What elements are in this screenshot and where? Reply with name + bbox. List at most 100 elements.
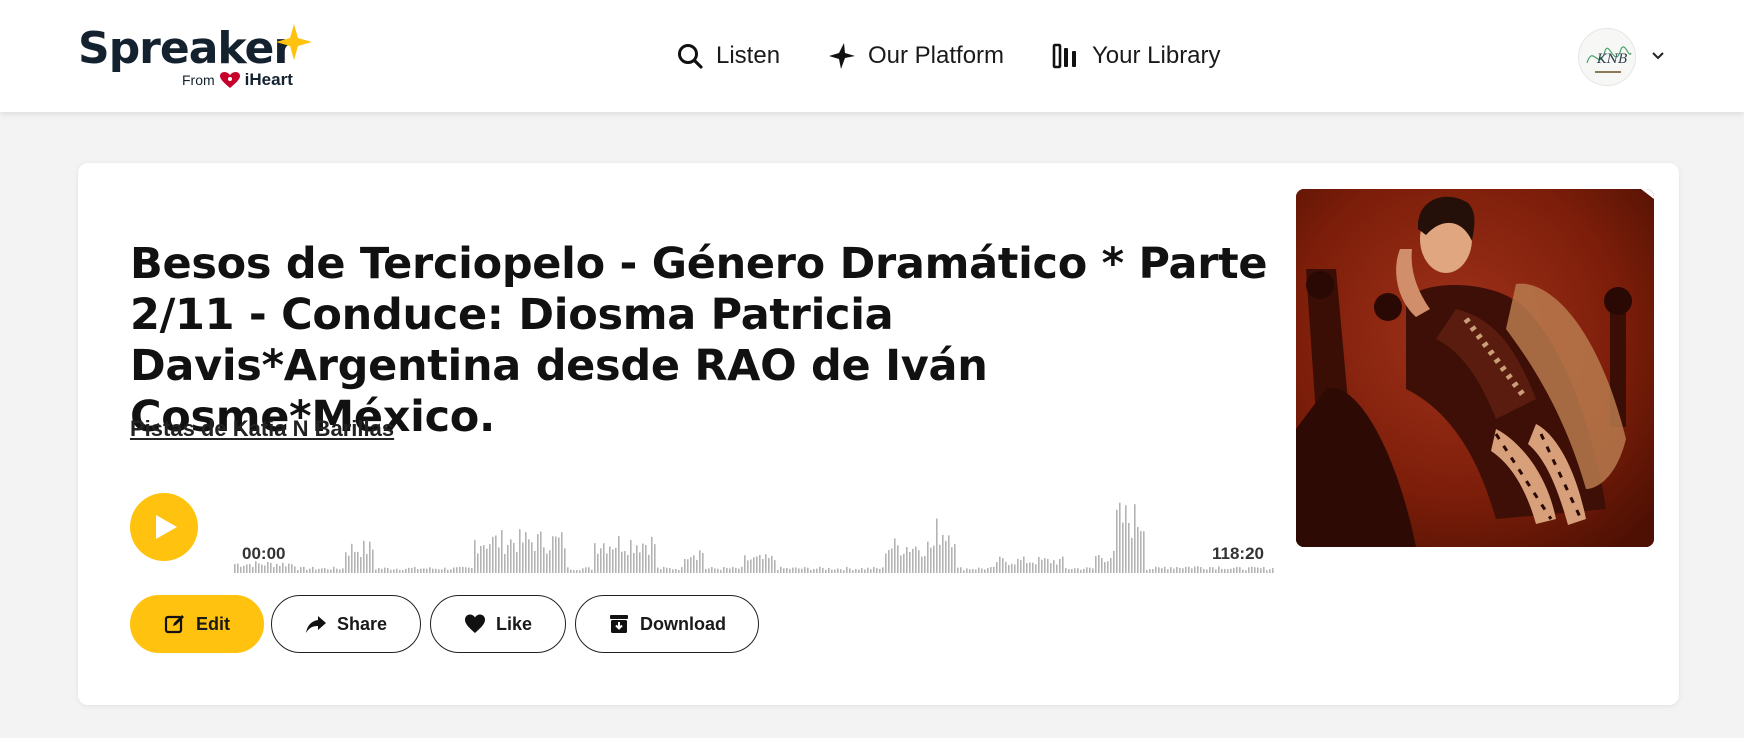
waveform-bar [672,569,674,573]
waveform-bar [873,567,875,573]
waveform-bar [330,569,332,573]
waveform-bar [693,555,695,573]
waveform-bar [711,567,713,573]
waveform-scrubber[interactable] [234,493,1274,573]
chevron-down-icon[interactable] [1650,44,1666,68]
waveform-bar [348,555,350,573]
play-button[interactable] [130,493,198,561]
waveform-bar [576,570,578,573]
waveform-bar [345,552,347,573]
waveform-bar [1155,566,1157,573]
waveform-bar [240,566,242,573]
waveform-bar [288,563,290,573]
waveform-bar [1098,555,1100,573]
waveform-bar [600,548,602,573]
waveform-bar [429,567,431,573]
waveform-bar [528,539,530,573]
waveform-bar [1104,561,1106,573]
waveform-bar [774,560,776,573]
waveform-bar [381,568,383,573]
waveform-bar [735,567,737,573]
waveform-bar [294,566,296,573]
waveform-bar [459,566,461,573]
author-link[interactable]: Pistas de Katia N Barillas [130,416,394,442]
logo-subline: From iHeart [182,70,293,90]
waveform-bar [663,566,665,573]
waveform-bar [360,557,362,573]
waveform-bar [996,562,998,573]
waveform-bar [714,568,716,573]
waveform-bar [729,568,731,573]
waveform-bar [1218,566,1220,573]
waveform-bar [912,548,914,573]
waveform-bar [462,566,464,573]
waveform-bar [1206,569,1208,573]
waveform-bar [297,570,299,573]
waveform-bar [780,566,782,573]
waveform-bar [786,567,788,573]
waveform-bar [261,564,263,573]
waveform-bar [846,566,848,573]
waveform-bar [357,551,359,573]
waveform-bar [744,555,746,573]
waveform-bar [456,567,458,573]
edit-button[interactable]: Edit [130,595,264,653]
waveform-bar [234,564,236,573]
waveform-bar [555,536,557,573]
waveform-bar [1212,567,1214,573]
waveform-bar [639,552,641,573]
waveform-bar [291,564,293,573]
waveform-bar [870,569,872,573]
waveform-bar [1008,564,1010,573]
waveform-bar [1101,558,1103,573]
waveform-bar [1092,568,1094,573]
waveform-bar [918,550,920,573]
waveform-bar [510,539,512,573]
waveform-bar [1083,568,1085,573]
waveform-bar [975,569,977,573]
waveform-bar [1023,556,1025,573]
logo-star-icon [276,24,312,60]
waveform-bar [630,540,632,573]
waveform-bar [1224,568,1226,573]
waveform-bar [1134,504,1136,573]
spreaker-logo[interactable]: Spreaker From iHeart [78,20,318,92]
waveform-bar [627,554,629,573]
nav-listen[interactable]: Listen [676,34,780,78]
waveform-bar [315,569,317,573]
waveform-bar [312,566,314,573]
waveform-bar [405,568,407,573]
waveform-bar [270,562,272,573]
waveform-bar [1146,570,1148,573]
cover-artwork [1296,189,1654,547]
waveform-bar [342,568,344,573]
waveform-bar [666,567,668,573]
waveform-bar [933,545,935,573]
waveform-bar [327,569,329,573]
waveform-bar [795,567,797,573]
waveform-bar [1011,563,1013,573]
waveform-bar [390,569,392,573]
waveform-bar [1185,566,1187,573]
waveform-bar [333,566,335,573]
waveform-bar [567,567,569,573]
waveform-bar [915,546,917,573]
like-button[interactable]: Like [430,595,566,653]
waveform-bar [432,568,434,573]
download-button[interactable]: Download [575,595,759,653]
share-button[interactable]: Share [271,595,421,653]
waveform-bar [978,567,980,573]
user-avatar[interactable]: KNB [1578,28,1636,86]
nav-your-library[interactable]: Your Library [1052,34,1221,78]
waveform-bar [747,560,749,573]
waveform-bar [1035,564,1037,573]
waveform-bar [1251,566,1253,573]
star-icon [829,43,855,69]
waveform-bar [993,566,995,573]
nav-our-platform[interactable]: Our Platform [828,34,1004,78]
top-navbar: Spreaker From iHeart Listen Our Platform [0,0,1744,112]
nav-our-platform-label: Our Platform [868,42,1005,69]
waveform-bar [579,570,581,573]
waveform-bar [372,549,374,573]
waveform-bar [684,559,686,573]
